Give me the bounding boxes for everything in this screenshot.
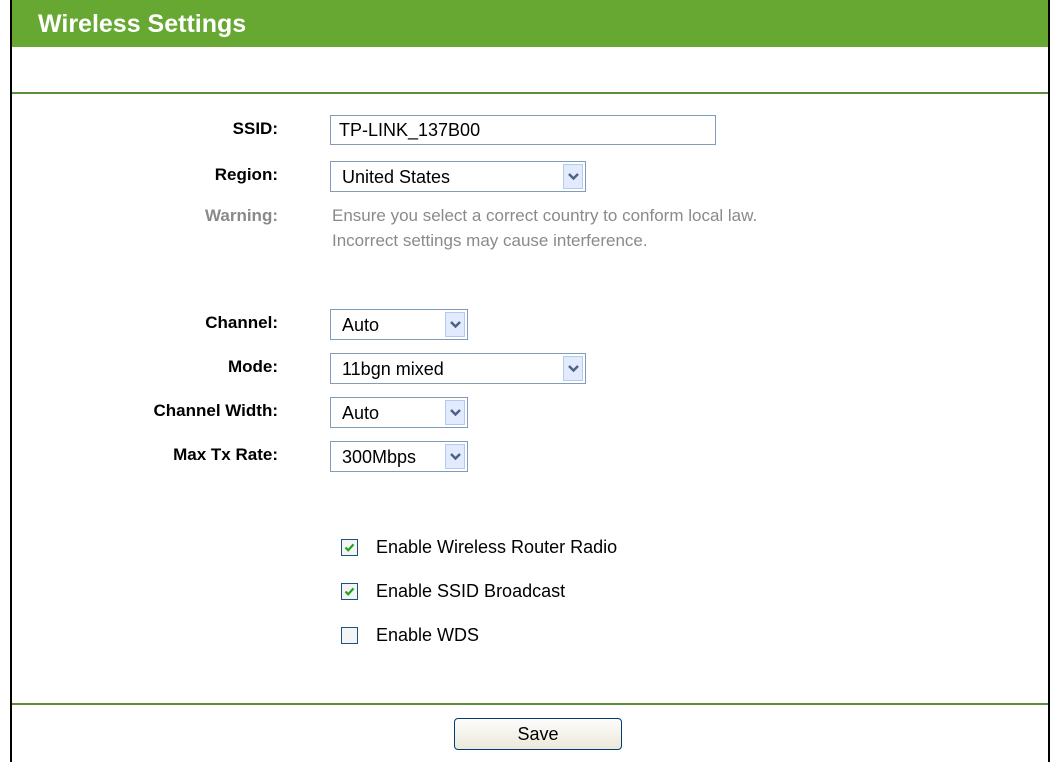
chevron-down-icon[interactable]	[563, 356, 583, 381]
top-divider	[12, 92, 1048, 94]
warning-label: Warning:	[204, 206, 278, 225]
warning-text-line2: Incorrect settings may cause interferenc…	[332, 231, 648, 250]
enable-ssid-broadcast-checkbox[interactable]	[341, 583, 358, 600]
channel-width-select-value: Auto	[342, 403, 380, 423]
mode-label: Mode:	[227, 357, 278, 376]
bottom-divider	[12, 703, 1048, 705]
warning-text-line1: Ensure you select a correct country to c…	[332, 206, 758, 225]
max-tx-rate-select[interactable]: 300Mbps	[330, 441, 468, 472]
enable-wds-checkbox[interactable]	[341, 627, 358, 644]
chevron-down-icon[interactable]	[445, 444, 465, 469]
max-tx-rate-label: Max Tx Rate:	[173, 445, 278, 464]
channel-select[interactable]: Auto	[330, 309, 468, 340]
ssid-input[interactable]	[330, 115, 716, 145]
enable-radio-checkbox[interactable]	[341, 539, 358, 556]
header-bar: Wireless Settings	[10, 0, 1050, 47]
save-button[interactable]: Save	[454, 718, 622, 750]
max-tx-rate-select-value: 300Mbps	[342, 447, 417, 467]
page-title: Wireless Settings	[38, 10, 247, 38]
channel-label: Channel:	[205, 313, 278, 332]
chevron-down-icon[interactable]	[563, 164, 583, 189]
checkmark-icon	[344, 587, 355, 596]
region-label: Region:	[214, 165, 278, 184]
enable-radio-label[interactable]: Enable Wireless Router Radio	[376, 537, 617, 558]
channel-width-label: Channel Width:	[153, 401, 279, 420]
enable-ssid-broadcast-label[interactable]: Enable SSID Broadcast	[376, 581, 565, 602]
region-select-value: United States	[342, 167, 451, 187]
ssid-label: SSID:	[232, 119, 278, 138]
mode-select[interactable]: 11bgn mixed	[330, 353, 586, 384]
region-select[interactable]: United States	[330, 161, 586, 192]
mode-select-value: 11bgn mixed	[342, 359, 444, 379]
chevron-down-icon[interactable]	[445, 312, 465, 337]
chevron-down-icon[interactable]	[445, 400, 465, 425]
channel-width-select[interactable]: Auto	[330, 397, 468, 428]
enable-wds-label[interactable]: Enable WDS	[376, 625, 479, 646]
checkmark-icon	[344, 543, 355, 552]
channel-select-value: Auto	[342, 315, 380, 335]
